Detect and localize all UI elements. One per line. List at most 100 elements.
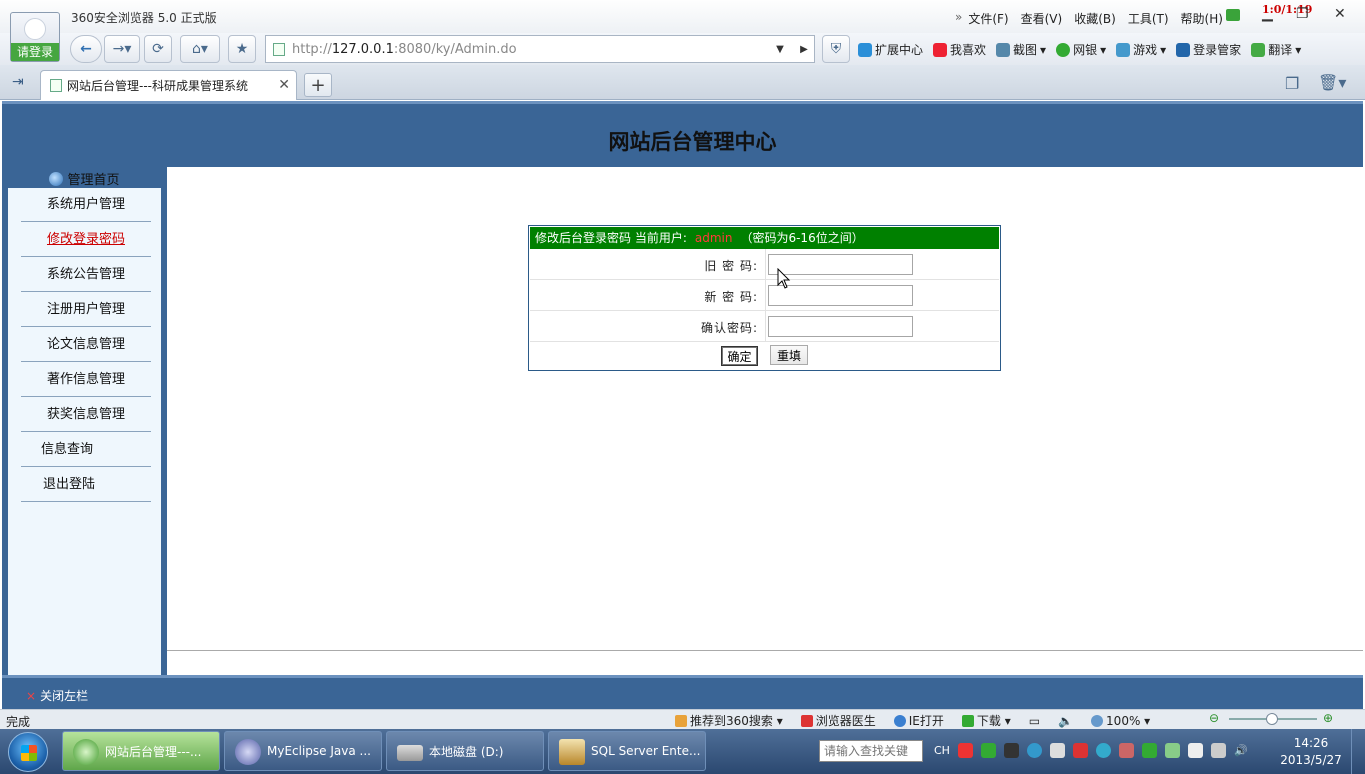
submit-button[interactable]: 确定 <box>721 346 758 366</box>
home-button[interactable]: ⌂▾ <box>180 35 220 63</box>
tray-app-icon[interactable] <box>1049 743 1065 758</box>
menu-file[interactable]: 文件(F) <box>968 10 1008 27</box>
input-language[interactable]: CH <box>934 744 950 757</box>
browser-statusbar: 完成 推荐到360搜索 ▾ 浏览器医生 IE打开 下载 ▾ ▭ 🔈 100% ▾… <box>0 709 1365 729</box>
sidebar-item-announcements[interactable]: 系统公告管理 <box>21 258 151 292</box>
status-text: 完成 <box>6 715 31 729</box>
trash-icon[interactable]: 🗑▾ <box>1318 73 1346 92</box>
usb-icon[interactable] <box>1187 743 1203 758</box>
speaker-icon[interactable]: 🔊 <box>1234 744 1248 757</box>
network-icon[interactable] <box>1210 743 1226 758</box>
sidebar-item-logout[interactable]: 退出登陆 <box>21 468 151 502</box>
scissors-icon <box>996 42 1011 57</box>
form-header: 修改后台登录密码 当前用户: admin （密码为6-16位之间） <box>530 227 999 249</box>
reset-button[interactable]: 重填 <box>770 345 808 365</box>
menu-bar: » 文件(F) 查看(V) 收藏(B) 工具(T) 帮助(H) <box>955 10 1223 27</box>
translate-tool[interactable]: 翻译 ▾ <box>1251 41 1301 58</box>
zoom-out-icon[interactable]: ⊖ <box>1209 711 1219 725</box>
tab-page-icon <box>50 79 62 92</box>
taskbar-clock[interactable]: 14:26 2013/5/27 <box>1276 735 1346 769</box>
security-button[interactable]: ⛨ <box>822 35 850 63</box>
old-password-label: 旧 密 码: <box>704 259 758 273</box>
sidebar-item-papers[interactable]: 论文信息管理 <box>21 328 151 362</box>
restore-icon[interactable]: ❐ <box>1296 6 1309 22</box>
menu-overflow-icon[interactable]: » <box>955 10 962 27</box>
taskbar-item-myeclipse-label: MyEclipse Java ... <box>267 744 371 758</box>
close-window-icon[interactable]: ✕ <box>1334 6 1346 22</box>
start-button[interactable] <box>8 732 48 772</box>
favorites-like[interactable]: 我喜欢 <box>933 41 986 58</box>
refresh-button[interactable]: ⟳ <box>144 35 172 63</box>
sidebar-toggle-icon[interactable]: ⇥ <box>12 74 24 90</box>
tray-app-icon[interactable] <box>1072 743 1088 758</box>
favorite-button[interactable]: ★ <box>228 35 256 63</box>
sidebar-item-works[interactable]: 著作信息管理 <box>21 363 151 397</box>
taskbar-item-myeclipse[interactable]: MyEclipse Java ... <box>224 731 382 771</box>
screenshot-label: 截图 <box>1013 43 1038 57</box>
clock-time: 14:26 <box>1293 736 1329 750</box>
menu-view[interactable]: 查看(V) <box>1021 10 1063 27</box>
zoom-slider-knob[interactable] <box>1266 713 1278 725</box>
show-desktop-button[interactable] <box>1351 729 1365 774</box>
taskbar-item-disk[interactable]: 本地磁盘 (D:) <box>386 731 544 771</box>
confirm-password-input[interactable] <box>768 316 913 337</box>
open-in-ie[interactable]: IE打开 <box>893 712 944 729</box>
menu-tools[interactable]: 工具(T) <box>1128 10 1169 27</box>
sidebar-home-label: 管理首页 <box>67 173 120 188</box>
login-avatar[interactable]: 请登录 <box>10 12 60 62</box>
tray-app-icon[interactable] <box>980 743 996 758</box>
close-x-icon: × <box>26 689 37 703</box>
address-dropdown-icon[interactable]: ▼ <box>768 35 792 63</box>
sogou-ime-icon[interactable] <box>957 743 973 758</box>
sidebar-item-query[interactable]: 信息查询 <box>21 433 151 467</box>
minimize-icon[interactable]: ▁ <box>1262 6 1273 22</box>
tray-app-icon[interactable] <box>1095 743 1111 758</box>
sidebar-item-system-users[interactable]: 系统用户管理 <box>21 188 151 222</box>
volume-icon[interactable]: 🔈 <box>1058 714 1073 728</box>
downloads[interactable]: 下载 ▾ <box>961 712 1011 729</box>
zoom-in-icon[interactable]: ⊕ <box>1323 711 1333 725</box>
menu-help[interactable]: 帮助(H) <box>1181 10 1223 27</box>
sidebar-item-change-password[interactable]: 修改登录密码 <box>21 223 151 257</box>
sidebar-home[interactable]: 管理首页 <box>2 169 167 189</box>
sidebar-item-registered-users[interactable]: 注册用户管理 <box>21 293 151 327</box>
bank-tool[interactable]: 网银 ▾ <box>1056 41 1106 58</box>
windows-icon[interactable]: ❐ <box>1285 74 1299 93</box>
mouse-cursor-icon <box>777 268 791 289</box>
magnifier-icon <box>1091 714 1104 727</box>
menu-favorites[interactable]: 收藏(B) <box>1074 10 1116 27</box>
tray-app-icon[interactable] <box>1141 743 1157 758</box>
translate-icon <box>1251 42 1266 57</box>
new-tab-button[interactable]: + <box>304 73 332 97</box>
skin-icon[interactable] <box>1226 9 1240 21</box>
login-manager[interactable]: 登录管家 <box>1176 41 1241 58</box>
sidebar-item-awards[interactable]: 获奖信息管理 <box>21 398 151 432</box>
taskbar-item-sqlserver-label: SQL Server Ente... <box>591 744 701 758</box>
recommend-search[interactable]: 推荐到360搜索 ▾ <box>675 712 783 729</box>
screen-icon[interactable]: ▭ <box>1029 714 1040 728</box>
taskbar-item-sqlserver[interactable]: SQL Server Ente... <box>548 731 706 771</box>
browser-doctor[interactable]: 浏览器医生 <box>800 712 876 729</box>
taskbar-item-browser-label: 网站后台管理---... <box>105 744 202 759</box>
extensions-center[interactable]: 扩展中心 <box>858 41 923 58</box>
forward-button[interactable]: →▾ <box>104 35 140 63</box>
tray-app-icon[interactable] <box>1118 743 1134 758</box>
address-bar[interactable]: http://127.0.0.1:8080/ky/Admin.do <box>265 35 815 63</box>
tab-admin[interactable]: 网站后台管理---科研成果管理系统 ✕ <box>40 70 297 100</box>
go-icon[interactable]: ▶ <box>794 35 814 63</box>
back-button[interactable]: ← <box>70 35 102 63</box>
screenshot-tool[interactable]: 截图 ▾ <box>996 41 1046 58</box>
close-sidebar-link[interactable]: × 关闭左栏 <box>26 687 88 704</box>
zoom-level[interactable]: 100% ▾ <box>1091 714 1150 728</box>
tray-search-input[interactable] <box>819 740 923 762</box>
page-footer: × 关闭左栏 <box>2 675 1363 709</box>
tray-app-icon[interactable] <box>1164 743 1180 758</box>
app-title: 360安全浏览器 5.0 正式版 <box>71 11 217 25</box>
tray-app-icon[interactable] <box>1026 743 1042 758</box>
taskbar-item-browser[interactable]: 网站后台管理---... <box>62 731 220 771</box>
change-password-form: 修改后台登录密码 当前用户: admin （密码为6-16位之间） 旧 密 码: 新… <box>528 225 1001 371</box>
tab-close-icon[interactable]: ✕ <box>278 77 290 93</box>
recommend-search-label: 推荐到360搜索 <box>690 714 773 728</box>
games-tool[interactable]: 游戏 ▾ <box>1116 41 1166 58</box>
tray-app-icon[interactable] <box>1003 743 1019 758</box>
